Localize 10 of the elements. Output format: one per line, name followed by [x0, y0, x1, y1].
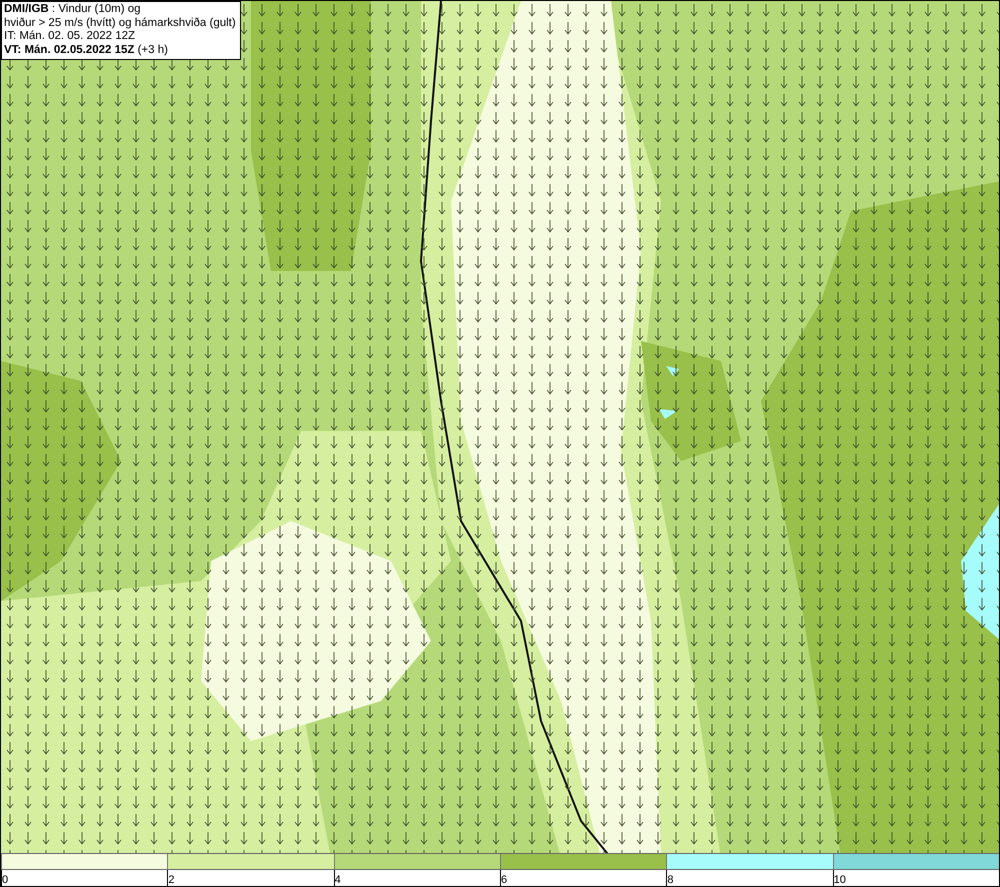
legend-text: DMI/IGB : Vindur (10m) og — [4, 3, 142, 16]
scale-label: 10 — [834, 873, 846, 886]
scale-label: 2 — [168, 873, 174, 886]
legend-text: VT: Mán. 02.05.2022 15Z (+3 h) — [4, 44, 169, 57]
scale-label: 4 — [334, 873, 341, 886]
scale-label: 0 — [2, 873, 8, 886]
scale-label: 8 — [667, 873, 674, 886]
scale-label: 6 — [500, 873, 508, 886]
legend-text: IT: Mán. 02. 05. 2022 12Z — [4, 30, 136, 44]
legend-text: hviður > 25 m/s (hvítt) og hámarkshviða (gult) — [4, 16, 236, 30]
